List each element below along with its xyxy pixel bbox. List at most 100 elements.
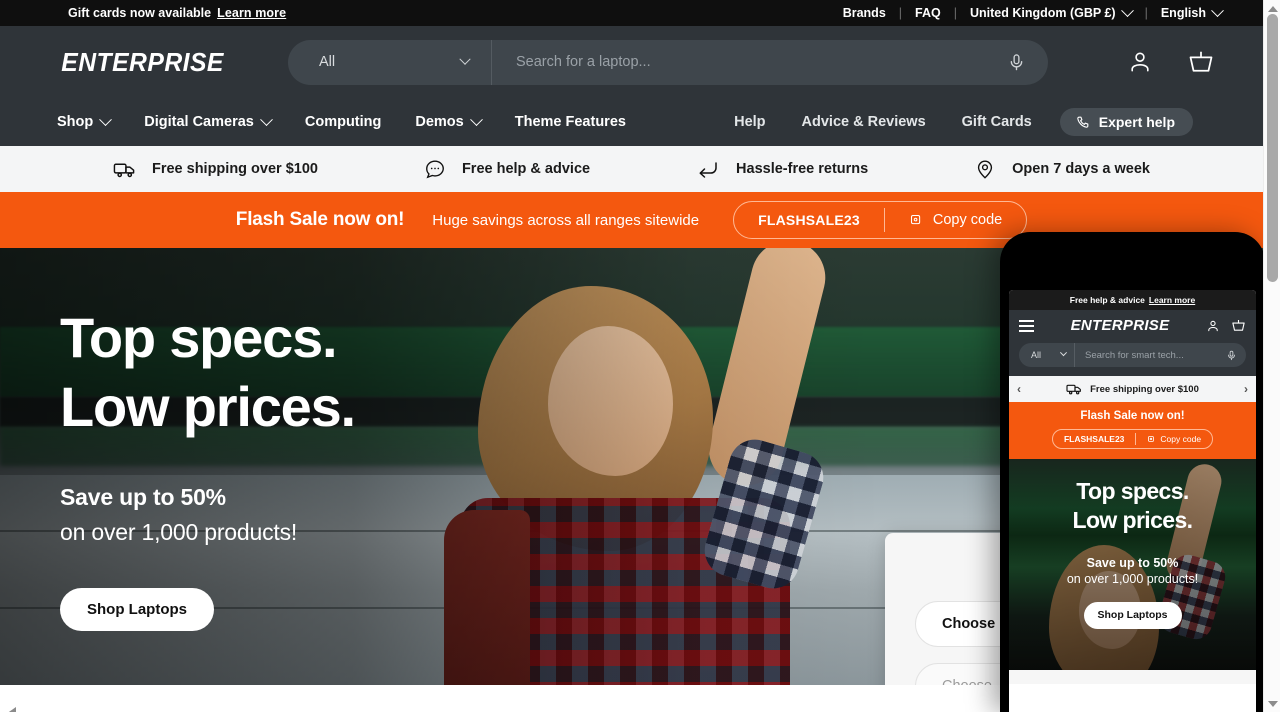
nav-item-shop[interactable]: Shop [57,112,127,130]
page-scrollbar[interactable] [1263,0,1280,712]
announcement-text: Gift cards now available [68,6,212,20]
nav-item-gift-cards[interactable]: Gift Cards [944,114,1050,130]
mobile-search-field[interactable]: Search for smart tech... [1075,350,1246,361]
announcement-left: Gift cards now available Learn more [68,6,286,20]
usp-item-returns: Hassle-free returns [696,157,868,181]
announcement-right: Brands | FAQ | United Kingdom (GBP £) | … [830,3,1235,20]
browser-viewport: Gift cards now available Learn more Bran… [0,0,1280,712]
mobile-search-placeholder: Search for smart tech... [1085,349,1184,361]
mobile-hero-sub-line-2: on over 1,000 products! [1066,571,1199,586]
mobile-announcement-link[interactable]: Learn more [1149,295,1195,305]
copy-code-button[interactable]: Copy code [885,202,1026,238]
mobile-preview-device: Free help & advice Learn more ENTERPRISE [1000,232,1265,712]
phone-icon [1077,116,1089,128]
truck-icon [1066,384,1082,395]
shop-laptops-button[interactable]: Shop Laptops [60,588,214,632]
search-category-select[interactable]: All [288,39,492,85]
country-selector[interactable]: United Kingdom (GBP £) [957,3,1145,20]
flash-sale-subtitle: Huge savings across all ranges sitewide [432,211,700,229]
return-arrow-icon [699,162,717,178]
microphone-icon[interactable] [1007,53,1026,72]
hero-subheading: Save up to 50% on over 1,000 products! [60,480,355,551]
chevron-down-icon [1211,3,1224,17]
mobile-hero-heading-line-1: Top specs. [1076,478,1189,504]
nav-item-advice-reviews[interactable]: Advice & Reviews [784,114,944,130]
usp-bar: Free shipping over $100 Free help & advi… [0,146,1263,192]
nav-item-demos[interactable]: Demos [398,112,497,130]
hamburger-icon[interactable] [1019,319,1034,332]
scroll-down-arrow[interactable] [1264,695,1280,712]
usp-item-shipping: Free shipping over $100 [113,158,318,181]
chevron-down-icon [99,112,113,126]
brands-link[interactable]: Brands [830,6,899,20]
cart-icon[interactable] [1231,318,1246,333]
chevron-down-icon [259,112,273,126]
site-header: ENTERPRISE All Search for a laptop... Sh… [0,26,1263,146]
nav-item-theme-features[interactable]: Theme Features [498,114,643,130]
mobile-usp-prev-button[interactable]: ‹ [1017,382,1021,396]
flash-sale-code-box: FLASHSALE23 Copy code [733,201,1028,239]
chevron-down-icon [1120,3,1134,17]
account-icon[interactable] [1127,49,1153,75]
nav-item-shop-label: Shop [57,114,94,130]
usp-label-help: Free help & advice [461,161,591,177]
announcement-learn-more-link[interactable]: Learn more [217,6,286,20]
chevron-down-icon [1059,348,1068,356]
mobile-announcement-bar: Free help & advice Learn more [1009,290,1256,310]
hero-heading-line-2: Low prices. [60,374,356,438]
nav-item-computing[interactable]: Computing [288,114,399,130]
cart-icon[interactable] [1187,48,1215,76]
search-input-wrapper [492,53,1048,72]
secondary-nav: Help Advice & Reviews Gift Cards Expert … [716,108,1193,136]
scrollbar-thumb[interactable] [1267,14,1278,282]
announcement-bar: Gift cards now available Learn more Bran… [0,0,1263,26]
microphone-icon[interactable] [1226,350,1237,361]
mobile-icon-group [1206,318,1246,333]
usp-label-returns: Hassle-free returns [736,161,869,177]
chat-bubble-icon [426,160,444,179]
header-icon-group [1127,48,1215,76]
hero-heading: Top specs. Low prices. [60,304,356,442]
mobile-announcement-text: Free help & advice [1069,295,1145,305]
nav-item-computing-label: Computing [304,114,382,130]
mobile-flash-sale-title: Flash Sale now on! [1080,410,1185,422]
chevron-left-icon[interactable] [6,707,16,712]
copy-icon [910,214,921,224]
nav-item-digital-cameras[interactable]: Digital Cameras [127,112,288,130]
mobile-hero-sub-line-1: Save up to 50% [1086,555,1179,570]
hero-heading-line-1: Top specs. [60,306,338,369]
country-selector-label: United Kingdom (GBP £) [969,6,1116,20]
mobile-search-bar: All Search for smart tech... [1019,343,1246,367]
mobile-search-category[interactable]: All [1019,343,1075,367]
language-selector[interactable]: English [1148,3,1235,20]
search-bar: All [288,39,1048,85]
nav-item-help[interactable]: Help [716,114,783,130]
mobile-flash-code-box: FLASHSALE23 Copy code [1051,429,1214,449]
account-icon[interactable] [1206,319,1220,333]
mobile-hero-card-edge [1009,670,1256,684]
mobile-shop-laptops-button[interactable]: Shop Laptops [1083,601,1182,629]
faq-link[interactable]: FAQ [902,6,954,20]
usp-label-open-days: Open 7 days a week [1012,161,1150,177]
flash-sale-code[interactable]: FLASHSALE23 [734,202,884,238]
expert-help-label: Expert help [1098,114,1175,130]
site-logo[interactable]: ENTERPRISE [61,47,224,78]
expert-help-button[interactable]: Expert help [1059,108,1193,136]
chevron-down-icon [469,112,483,126]
mobile-hero-heading-line-2: Low prices. [1072,507,1194,534]
chevron-down-icon [459,53,471,65]
usp-item-help: Free help & advice [424,158,590,180]
mobile-copy-code-button[interactable]: Copy code [1136,430,1212,448]
mobile-usp-next-button[interactable]: › [1244,382,1248,396]
mobile-preview-screen: Free help & advice Learn more ENTERPRISE [1009,290,1256,712]
primary-nav: Shop Digital Cameras Computing Demos The… [57,112,643,130]
header-main-row: ENTERPRISE All [0,26,1263,98]
mobile-flash-code[interactable]: FLASHSALE23 [1053,430,1135,448]
mobile-site-logo[interactable]: ENTERPRISE [1071,317,1170,334]
mobile-usp-bar: ‹ Free shipping over $100 › [1009,376,1256,402]
mobile-search-category-label: All [1031,350,1042,360]
mobile-hero-copy: Top specs. Low prices. Save up to 50% on… [1009,459,1256,684]
copy-code-label: Copy code [932,212,1003,228]
mobile-flash-sale-bar: Flash Sale now on! FLASHSALE23 Copy code [1009,402,1256,459]
search-input[interactable] [516,54,997,70]
